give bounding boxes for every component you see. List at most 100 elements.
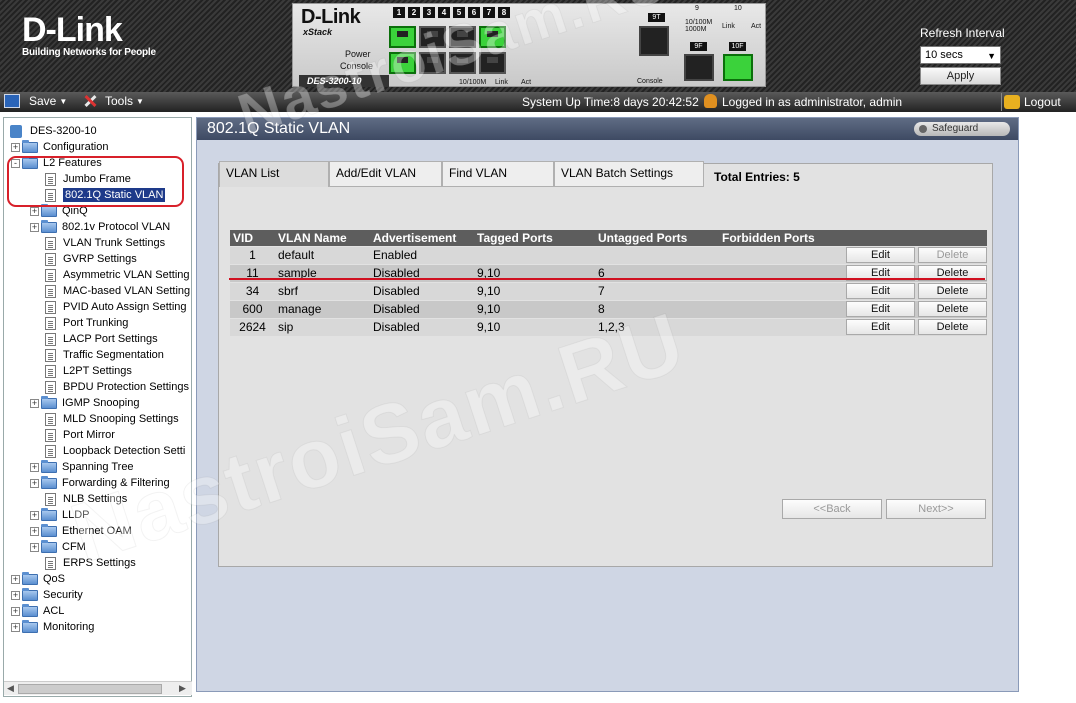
tools-menu[interactable]: Tools ▼ bbox=[82, 94, 144, 108]
tree-node-igmp-snooping[interactable]: + IGMP Snooping bbox=[30, 395, 139, 411]
tree-node-bpdu-protection-settings[interactable]: BPDU Protection Settings bbox=[45, 379, 189, 395]
tree-node-label: Ethernet OAM bbox=[62, 525, 132, 537]
delete-button[interactable]: Delete bbox=[918, 301, 987, 317]
table-row: 600 manage Disabled 9,10 8 Edit Delete bbox=[230, 299, 987, 318]
back-button[interactable]: <<Back bbox=[782, 499, 882, 519]
cell-untagged: 1,2,3 bbox=[595, 317, 719, 336]
port-1[interactable] bbox=[389, 26, 416, 48]
tree-node-lacp-port-settings[interactable]: LACP Port Settings bbox=[45, 331, 158, 347]
highlight-underline bbox=[229, 278, 985, 280]
tree-node-port-trunking[interactable]: Port Trunking bbox=[45, 315, 128, 331]
cell-untagged: 8 bbox=[595, 299, 719, 318]
tree-node-asymmetric-vlan-setting[interactable]: Asymmetric VLAN Setting bbox=[45, 267, 190, 283]
tree-node-security[interactable]: + Security bbox=[11, 587, 83, 603]
expand-icon[interactable]: + bbox=[11, 142, 20, 152]
delete-button[interactable]: Delete bbox=[918, 283, 987, 299]
port-7[interactable] bbox=[479, 26, 506, 48]
edit-button[interactable]: Edit bbox=[846, 301, 915, 317]
edit-button[interactable]: Edit bbox=[846, 283, 915, 299]
page-icon bbox=[45, 252, 56, 266]
edit-button[interactable]: Edit bbox=[846, 319, 915, 336]
expand-icon[interactable]: + bbox=[11, 590, 20, 600]
tree-node-cfm[interactable]: + CFM bbox=[30, 539, 86, 555]
scroll-right-icon[interactable]: ▶ bbox=[179, 683, 186, 694]
next-button[interactable]: Next>> bbox=[886, 499, 986, 519]
tree-node-label: CFM bbox=[62, 541, 86, 553]
port-8[interactable] bbox=[479, 52, 506, 74]
apply-button[interactable]: Apply bbox=[920, 67, 1001, 85]
combo-port-9t[interactable] bbox=[639, 26, 669, 56]
refresh-interval-select[interactable]: 10 secs ▼ bbox=[920, 46, 1001, 64]
port-2[interactable] bbox=[389, 52, 416, 74]
folder-icon bbox=[41, 539, 57, 553]
expand-icon[interactable]: + bbox=[30, 478, 39, 488]
delete-button[interactable]: Delete bbox=[918, 319, 987, 336]
table-row: 1 default Enabled Edit Delete bbox=[230, 245, 987, 264]
save-menu[interactable]: Save ▼ bbox=[4, 94, 67, 108]
tree-node-ethernet-oam[interactable]: + Ethernet OAM bbox=[30, 523, 132, 539]
tree-node-port-mirror[interactable]: Port Mirror bbox=[45, 427, 115, 443]
expand-icon[interactable]: + bbox=[30, 222, 39, 232]
expand-icon[interactable]: + bbox=[30, 510, 39, 520]
tree-node-label: L2PT Settings bbox=[63, 365, 132, 377]
tree-node-loopback-detection-setti[interactable]: Loopback Detection Setti bbox=[45, 443, 185, 459]
user-icon bbox=[704, 94, 717, 108]
delete-button[interactable]: Delete bbox=[918, 247, 987, 263]
tree-node-802-1v-protocol-vlan[interactable]: +802.1v Protocol VLAN bbox=[30, 219, 170, 235]
tree-node-gvrp-settings[interactable]: GVRP Settings bbox=[45, 251, 137, 267]
expand-icon[interactable]: + bbox=[30, 206, 39, 216]
column-header-vlan-name: VLAN Name bbox=[275, 230, 370, 246]
tree-node-erps-settings[interactable]: ERPS Settings bbox=[45, 555, 136, 571]
scroll-left-icon[interactable]: ◀ bbox=[7, 683, 14, 694]
edit-button[interactable]: Edit bbox=[846, 247, 915, 263]
page-icon bbox=[45, 492, 56, 506]
tab-vlan-list[interactable]: VLAN List bbox=[219, 161, 329, 187]
port-5[interactable] bbox=[449, 26, 476, 48]
tree-node-label: LLDP bbox=[62, 509, 90, 521]
tree-node-spanning-tree[interactable]: + Spanning Tree bbox=[30, 459, 134, 475]
tree-node-label: Loopback Detection Setti bbox=[63, 445, 186, 457]
scrollbar-thumb[interactable] bbox=[18, 684, 162, 694]
port-3[interactable] bbox=[419, 26, 446, 48]
expand-icon[interactable]: + bbox=[30, 462, 39, 472]
tree-node-acl[interactable]: + ACL bbox=[11, 603, 64, 619]
cell-tagged bbox=[474, 245, 595, 264]
tree-node-traffic-segmentation[interactable]: Traffic Segmentation bbox=[45, 347, 164, 363]
cell-adv: Enabled bbox=[370, 245, 474, 264]
tree-node-vlan-trunk-settings[interactable]: VLAN Trunk Settings bbox=[45, 235, 165, 251]
tree-node-label: MLD Snooping Settings bbox=[63, 413, 179, 425]
tree-node-des-3200-10[interactable]: DES-3200-10 bbox=[10, 123, 97, 139]
tree-node-label: Traffic Segmentation bbox=[63, 349, 164, 361]
tab-vlan-batch-settings[interactable]: VLAN Batch Settings bbox=[554, 161, 704, 187]
tree-node-qos[interactable]: + QoS bbox=[11, 571, 65, 587]
port-4[interactable] bbox=[419, 52, 446, 74]
tree-node-l2pt-settings[interactable]: L2PT Settings bbox=[45, 363, 132, 379]
logout-button[interactable]: Logout bbox=[1001, 93, 1065, 111]
tree-node-lldp[interactable]: + LLDP bbox=[30, 507, 90, 523]
expand-icon[interactable]: + bbox=[11, 606, 20, 616]
sfp-port-10f[interactable] bbox=[723, 54, 753, 81]
port-6[interactable] bbox=[449, 52, 476, 74]
tab-find-vlan[interactable]: Find VLAN bbox=[442, 161, 554, 187]
tree-horizontal-scrollbar[interactable]: ◀ ▶ bbox=[4, 681, 192, 695]
tree-node-forwarding-filtering[interactable]: + Forwarding & Filtering bbox=[30, 475, 170, 491]
column-header-tagged-ports: Tagged Ports bbox=[474, 230, 595, 246]
sfp-port-9f[interactable] bbox=[684, 54, 714, 81]
expand-icon[interactable]: + bbox=[11, 622, 20, 632]
cell-adv: Disabled bbox=[370, 281, 474, 300]
cell-name: sip bbox=[275, 317, 370, 336]
tab-add-edit-vlan[interactable]: Add/Edit VLAN bbox=[329, 161, 442, 187]
tree-node-mac-based-vlan-setting[interactable]: MAC-based VLAN Setting bbox=[45, 283, 190, 299]
tree-node-monitoring[interactable]: + Monitoring bbox=[11, 619, 94, 635]
expand-icon[interactable]: + bbox=[30, 526, 39, 536]
expand-icon[interactable]: + bbox=[11, 574, 20, 584]
cell-edit: Edit bbox=[843, 245, 915, 264]
tree-node-configuration[interactable]: + Configuration bbox=[11, 139, 108, 155]
expand-icon[interactable]: + bbox=[30, 398, 39, 408]
expand-icon[interactable]: + bbox=[30, 542, 39, 552]
tree-node-nlb-settings[interactable]: NLB Settings bbox=[45, 491, 127, 507]
port-number: 4 bbox=[438, 7, 450, 18]
cell-delete: Delete bbox=[915, 317, 987, 336]
tree-node-mld-snooping-settings[interactable]: MLD Snooping Settings bbox=[45, 411, 179, 427]
tree-node-pvid-auto-assign-setting[interactable]: PVID Auto Assign Setting bbox=[45, 299, 187, 315]
